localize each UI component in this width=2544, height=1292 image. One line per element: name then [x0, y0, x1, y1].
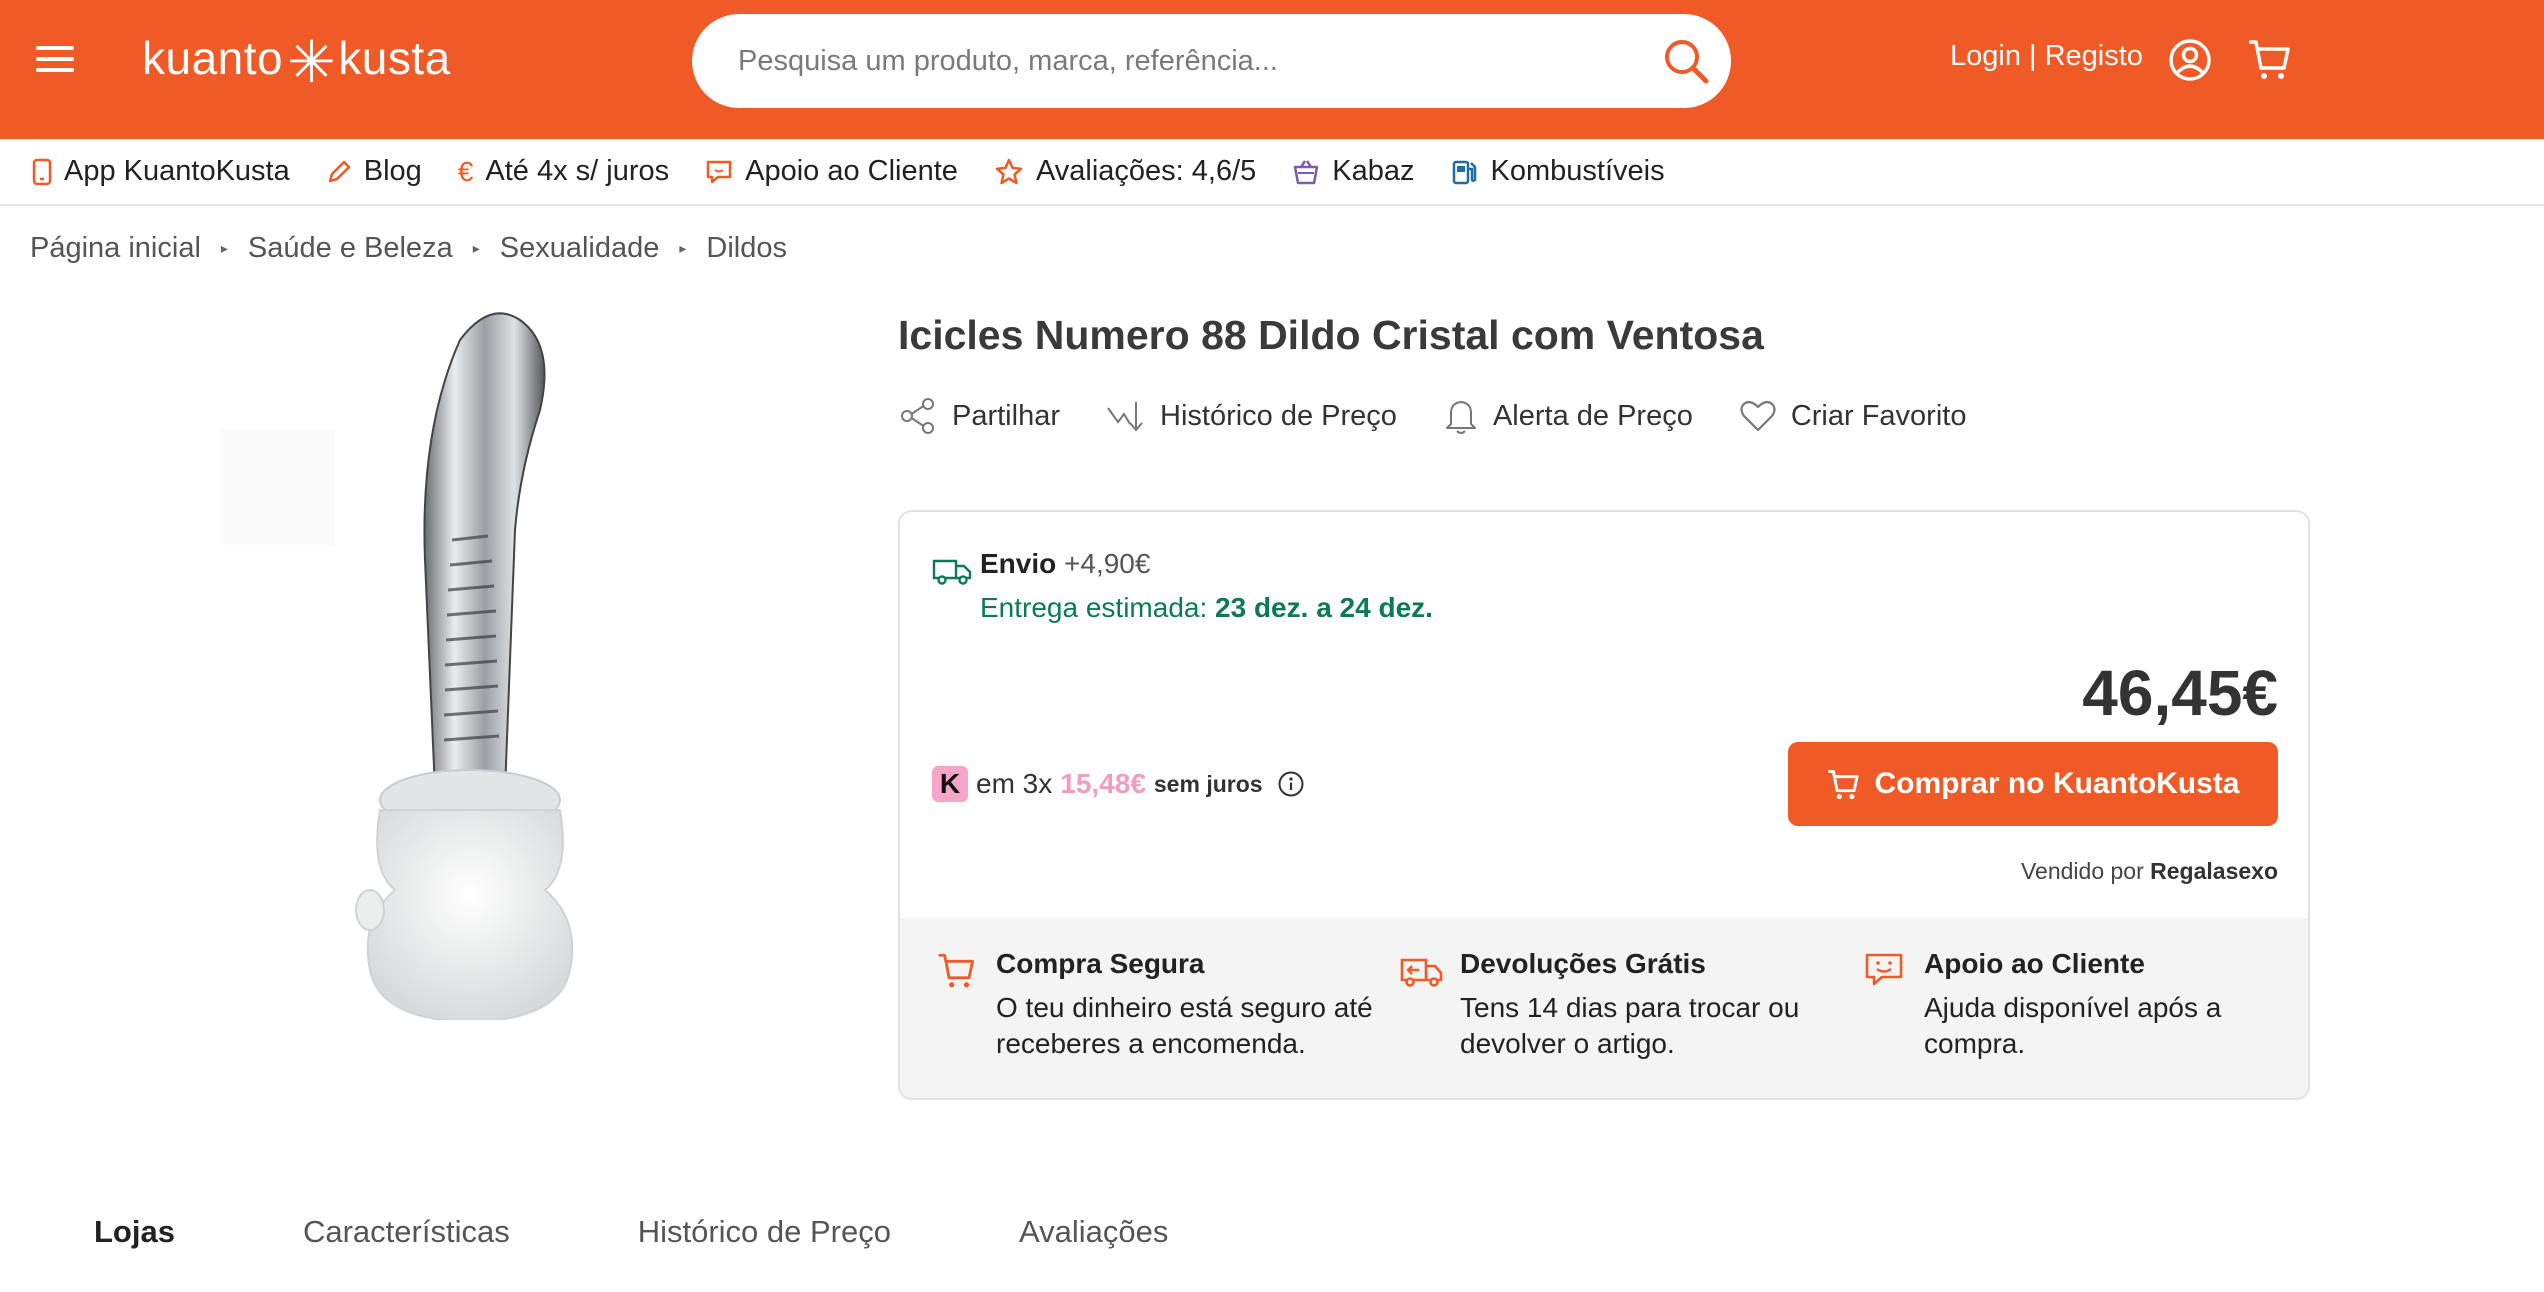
cart-icon	[938, 953, 974, 988]
euro-icon: €	[457, 155, 474, 187]
price-alert-button[interactable]: Alerta de Preço	[1443, 396, 1693, 436]
guarantee-title: Devoluções Grátis	[1460, 948, 1706, 979]
info-icon[interactable]	[1277, 770, 1305, 798]
guarantee-title: Apoio ao Cliente	[1924, 948, 2145, 979]
quick-nav-label: Até 4x s/ juros	[485, 155, 670, 187]
price-history-icon	[1107, 402, 1143, 432]
guarantees-strip: Compra Segura O teu dinheiro está seguro…	[900, 918, 2308, 1098]
seller-info: Vendido por Regalasexo	[2021, 858, 2278, 885]
installments-prefix: em 3x	[976, 768, 1053, 799]
delivery-estimate: Entrega estimada: 23 dez. a 24 dez.	[980, 592, 1433, 624]
installments-suffix: sem juros	[1153, 770, 1263, 797]
guarantee-description: O teu dinheiro está seguro até receberes…	[996, 992, 1373, 1059]
offer-card: Envio +4,90€ Entrega estimada: 23 dez. a…	[898, 510, 2310, 1100]
star-icon	[995, 158, 1023, 184]
quick-nav-label: Avaliações: 4,6/5	[1035, 155, 1257, 187]
product-price: 46,45€	[2082, 657, 2278, 729]
bell-icon	[1445, 401, 1476, 434]
shipping-price: +4,90€	[1064, 548, 1151, 579]
tab-price-history[interactable]: Histórico de Preço	[638, 1214, 891, 1250]
site-logo[interactable]: kuanto ✳ kusta	[142, 28, 451, 92]
breadcrumb-category[interactable]: Saúde e Beleza	[248, 232, 453, 265]
delivery-truck-icon	[932, 550, 972, 590]
cart-icon[interactable]	[2246, 36, 2292, 82]
quick-nav-label: Kombustíveis	[1490, 155, 1665, 187]
buy-button-label: Comprar no KuantoKusta	[1874, 767, 2240, 800]
breadcrumb-separator-icon: ▸	[220, 240, 228, 256]
quick-nav-label: Blog	[363, 155, 422, 187]
quick-nav-label: Apoio ao Cliente	[745, 155, 958, 187]
shipping-info: Envio +4,90€	[980, 548, 1150, 580]
delivery-dates: 23 dez. a 24 dez.	[1215, 592, 1433, 623]
logo-text-right: kusta	[338, 32, 451, 84]
breadcrumb-subcategory[interactable]: Sexualidade	[500, 232, 660, 265]
delivery-prefix: Entrega estimada:	[980, 592, 1208, 623]
seller-name[interactable]: Regalasexo	[2150, 858, 2278, 884]
quick-nav-bar: App KuantoKusta Blog € Até 4x s/ juros A…	[0, 139, 2544, 206]
quick-nav-label: Kabaz	[1332, 155, 1415, 187]
share-icon	[901, 398, 934, 434]
quick-nav-support[interactable]: Apoio ao Cliente	[705, 155, 958, 188]
price-history-label: Histórico de Preço	[1160, 399, 1397, 432]
breadcrumb-current[interactable]: Dildos	[706, 232, 787, 265]
quick-nav-installments[interactable]: € Até 4x s/ juros	[458, 155, 669, 188]
search-input[interactable]	[738, 14, 1618, 108]
favorite-button[interactable]: Criar Favorito	[1739, 398, 1967, 434]
tab-reviews[interactable]: Avaliações	[1019, 1214, 1168, 1250]
breadcrumb: Página inicial ▸ Saúde e Beleza ▸ Sexual…	[30, 232, 787, 265]
installments-info: K em 3x 15,48€ sem juros	[932, 766, 1305, 802]
cart-icon	[1828, 769, 1860, 800]
installment-amount: 15,48€	[1060, 768, 1146, 799]
buy-button[interactable]: Comprar no KuantoKusta	[1788, 742, 2278, 826]
quick-nav-kabaz[interactable]: Kabaz	[1292, 155, 1415, 188]
pencil-icon	[328, 160, 350, 182]
login-register-link[interactable]: Login | Registo	[1950, 40, 2143, 73]
user-icon[interactable]	[2168, 38, 2212, 82]
chat-smile-icon	[1865, 953, 1903, 986]
breadcrumb-separator-icon: ▸	[472, 240, 480, 256]
shipping-label: Envio	[980, 548, 1057, 579]
quick-nav-app[interactable]: App KuantoKusta	[32, 155, 290, 188]
chat-icon	[706, 160, 732, 183]
search-bar	[692, 14, 1731, 108]
product-actions: Partilhar Histórico de Preço Alerta de P…	[898, 396, 2012, 436]
return-truck-icon	[1400, 958, 1443, 987]
klarna-logo: K	[932, 766, 968, 802]
quick-nav-fuel[interactable]: Kombustíveis	[1451, 155, 1665, 188]
seller-prefix: Vendido por	[2020, 858, 2144, 884]
logo-star-icon: ✳	[287, 30, 337, 95]
breadcrumb-separator-icon: ▸	[679, 240, 687, 256]
product-title: Icicles Numero 88 Dildo Cristal com Vent…	[898, 312, 1764, 358]
heart-icon	[1740, 400, 1776, 432]
logo-text-left: kuanto	[142, 32, 284, 84]
price-alert-label: Alerta de Preço	[1492, 399, 1693, 432]
quick-nav-reviews[interactable]: Avaliações: 4,6/5	[994, 155, 1256, 188]
price-history-button[interactable]: Histórico de Preço	[1106, 396, 1397, 436]
search-icon[interactable]	[1661, 36, 1711, 86]
guarantee-description: Ajuda disponível após a compra.	[1924, 992, 2222, 1059]
menu-icon[interactable]	[36, 40, 74, 78]
tab-characteristics[interactable]: Características	[303, 1214, 510, 1250]
phone-icon	[32, 158, 52, 185]
fuel-icon	[1452, 160, 1476, 184]
guarantee-description: Tens 14 dias para trocar ou devolver o a…	[1460, 992, 1800, 1059]
share-button[interactable]: Partilhar	[898, 396, 1060, 436]
quick-nav-label: App KuantoKusta	[64, 155, 290, 187]
product-image[interactable]	[220, 310, 850, 1020]
share-label: Partilhar	[952, 399, 1060, 432]
quick-nav-blog[interactable]: Blog	[326, 155, 422, 188]
basket-icon	[1294, 159, 1319, 184]
product-tabs: Lojas Características Histórico de Preço…	[94, 1214, 1296, 1250]
tab-stores[interactable]: Lojas	[94, 1214, 175, 1250]
breadcrumb-home[interactable]: Página inicial	[30, 232, 201, 265]
top-header: kuanto ✳ kusta Login | Registo	[0, 0, 2544, 139]
guarantee-title: Compra Segura	[996, 948, 1205, 979]
favorite-label: Criar Favorito	[1790, 399, 1967, 432]
